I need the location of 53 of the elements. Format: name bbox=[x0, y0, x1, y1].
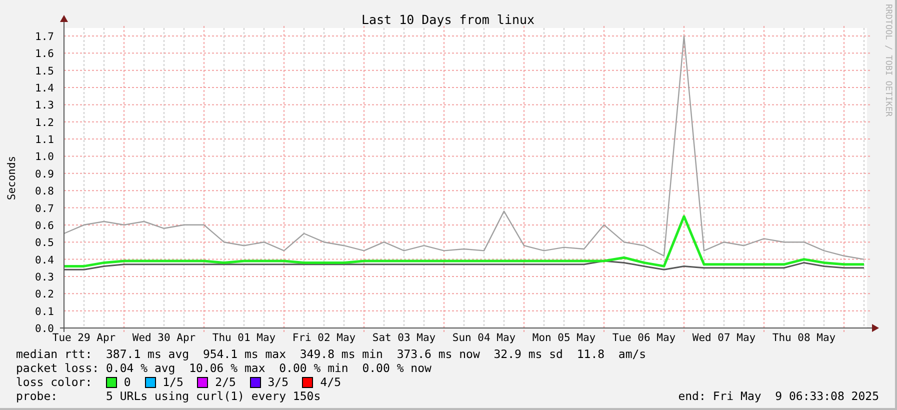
probe-text: 5 URLs using curl(1) every 150s bbox=[106, 389, 321, 403]
swatch-label: 3/5 bbox=[268, 375, 288, 389]
x-tick-label: Wed 30 Apr bbox=[132, 332, 196, 344]
x-tick-label: Sun 04 May bbox=[452, 332, 516, 344]
legend-value: 0.04 % avg bbox=[106, 361, 176, 375]
legend-value: 387.1 ms avg bbox=[106, 347, 190, 361]
y-tick-label: 0.8 bbox=[35, 186, 54, 198]
legend-label: packet loss: bbox=[16, 361, 100, 375]
credit-text: RRDTOOL / TOBI OETIKER bbox=[883, 4, 893, 117]
legend-label: probe: bbox=[16, 389, 59, 403]
y-tick-label: 1.0 bbox=[35, 151, 54, 164]
y-tick-label: 0.5 bbox=[35, 237, 54, 250]
y-tick-label: 1.3 bbox=[35, 100, 54, 112]
x-tick-label: Mon 05 May bbox=[532, 332, 596, 344]
x-tick-label: Sat 03 May bbox=[372, 332, 436, 344]
x-tick-label: Tue 06 May bbox=[612, 332, 676, 344]
y-tick-label: 0.7 bbox=[35, 202, 54, 215]
y-tick-label: 1.4 bbox=[35, 82, 54, 95]
swatch-label: 0 bbox=[124, 375, 131, 389]
swatch-label: 1/5 bbox=[162, 375, 184, 389]
y-tick-label: 0.9 bbox=[35, 168, 54, 180]
x-tick-label: Thu 01 May bbox=[212, 332, 276, 344]
legend-value: am/s bbox=[618, 347, 646, 361]
x-tick-label: Wed 07 May bbox=[692, 332, 756, 344]
y-axis-label: Seconds bbox=[6, 156, 18, 200]
y-tick-label: 0.4 bbox=[35, 254, 54, 266]
y-tick-label: 1.5 bbox=[35, 65, 54, 78]
y-tick-label: 0.3 bbox=[35, 271, 54, 284]
y-tick-label: 1.6 bbox=[35, 48, 54, 60]
y-tick-label: 1.7 bbox=[35, 31, 54, 43]
y-tick-label: 0.1 bbox=[35, 306, 54, 318]
legend-value: 32.9 ms sd bbox=[494, 347, 563, 361]
swatch-label: 4/5 bbox=[320, 375, 342, 389]
legend-value: 0.00 % now bbox=[362, 361, 432, 375]
legend-value: 10.06 % max bbox=[189, 361, 266, 375]
chart-title: Last 10 Days from linux bbox=[361, 12, 535, 27]
x-tick-label: Thu 08 May bbox=[772, 332, 836, 344]
legend-label: loss color: bbox=[16, 375, 94, 389]
end-time: end: Fri May 9 06:33:08 2025 bbox=[678, 389, 879, 403]
y-tick-label: 1.1 bbox=[35, 134, 54, 146]
y-tick-label: 0.0 bbox=[35, 323, 54, 335]
legend-label: median rtt: bbox=[16, 347, 94, 361]
legend-value: 954.1 ms max bbox=[202, 347, 286, 361]
legend-value: 11.8 bbox=[576, 347, 605, 361]
legend-value: 373.6 ms now bbox=[396, 347, 480, 361]
y-tick-label: 1.2 bbox=[35, 116, 54, 129]
y-tick-label: 0.2 bbox=[35, 288, 54, 301]
legend-value: 0.00 % min bbox=[279, 361, 348, 375]
x-tick-label: Tue 29 Apr bbox=[52, 332, 116, 344]
swatch-label: 2/5 bbox=[215, 375, 236, 389]
y-tick-label: 0.6 bbox=[35, 220, 54, 232]
x-tick-label: Fri 02 May bbox=[292, 332, 356, 344]
legend-value: 349.8 ms min bbox=[300, 347, 383, 361]
